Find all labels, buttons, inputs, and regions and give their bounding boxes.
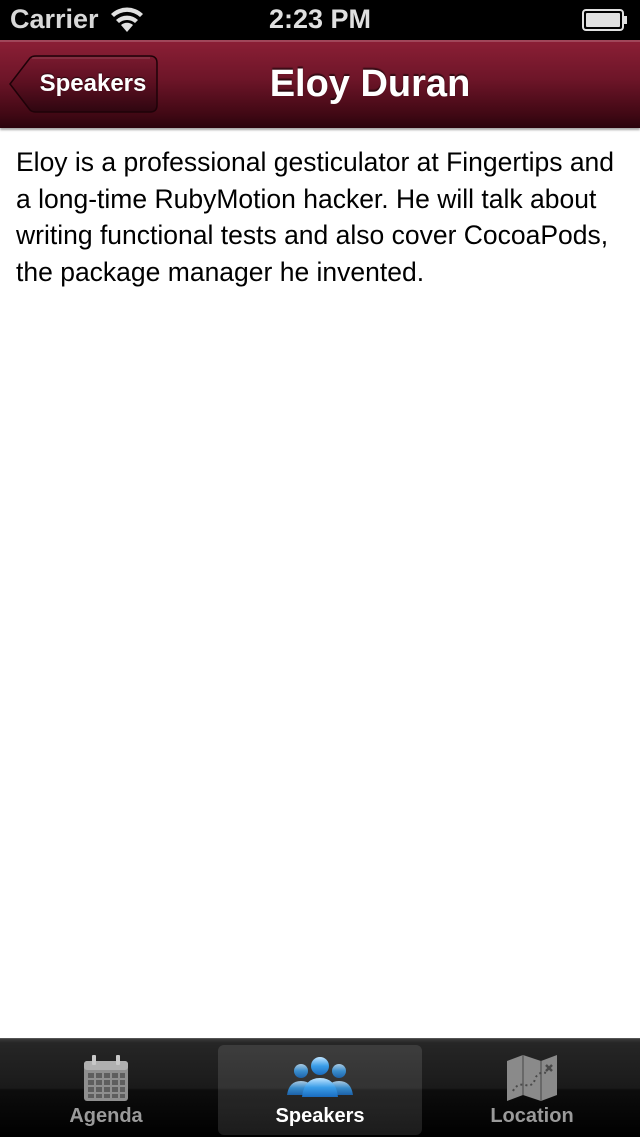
tab-location[interactable]: Location [430, 1045, 634, 1135]
tab-speakers-label: Speakers [275, 1105, 365, 1127]
people-icon [287, 1057, 353, 1097]
back-button-speakers[interactable]: Speakers [8, 55, 158, 113]
back-button-label: Speakers [39, 70, 147, 97]
navigation-bar: Speakers Eloy Duran [0, 40, 640, 128]
status-time: 2:23 PM [268, 4, 372, 34]
tab-agenda[interactable]: Agenda [4, 1045, 208, 1135]
speaker-bio: Eloy is a professional gesticulator at F… [16, 147, 615, 287]
page-title: Eloy Duran [269, 63, 471, 105]
speaker-detail: Eloy is a professional gesticulator at F… [16, 130, 624, 290]
status-bar: Carrier 2:23 PM [0, 0, 640, 40]
tab-bar: Agenda Speakers Location [0, 1038, 640, 1137]
calendar-icon [84, 1055, 128, 1101]
battery-icon [582, 9, 627, 31]
tab-agenda-label: Agenda [69, 1105, 143, 1127]
tab-location-label: Location [490, 1105, 574, 1127]
tab-speakers[interactable]: Speakers [218, 1045, 422, 1135]
map-icon [507, 1055, 557, 1101]
